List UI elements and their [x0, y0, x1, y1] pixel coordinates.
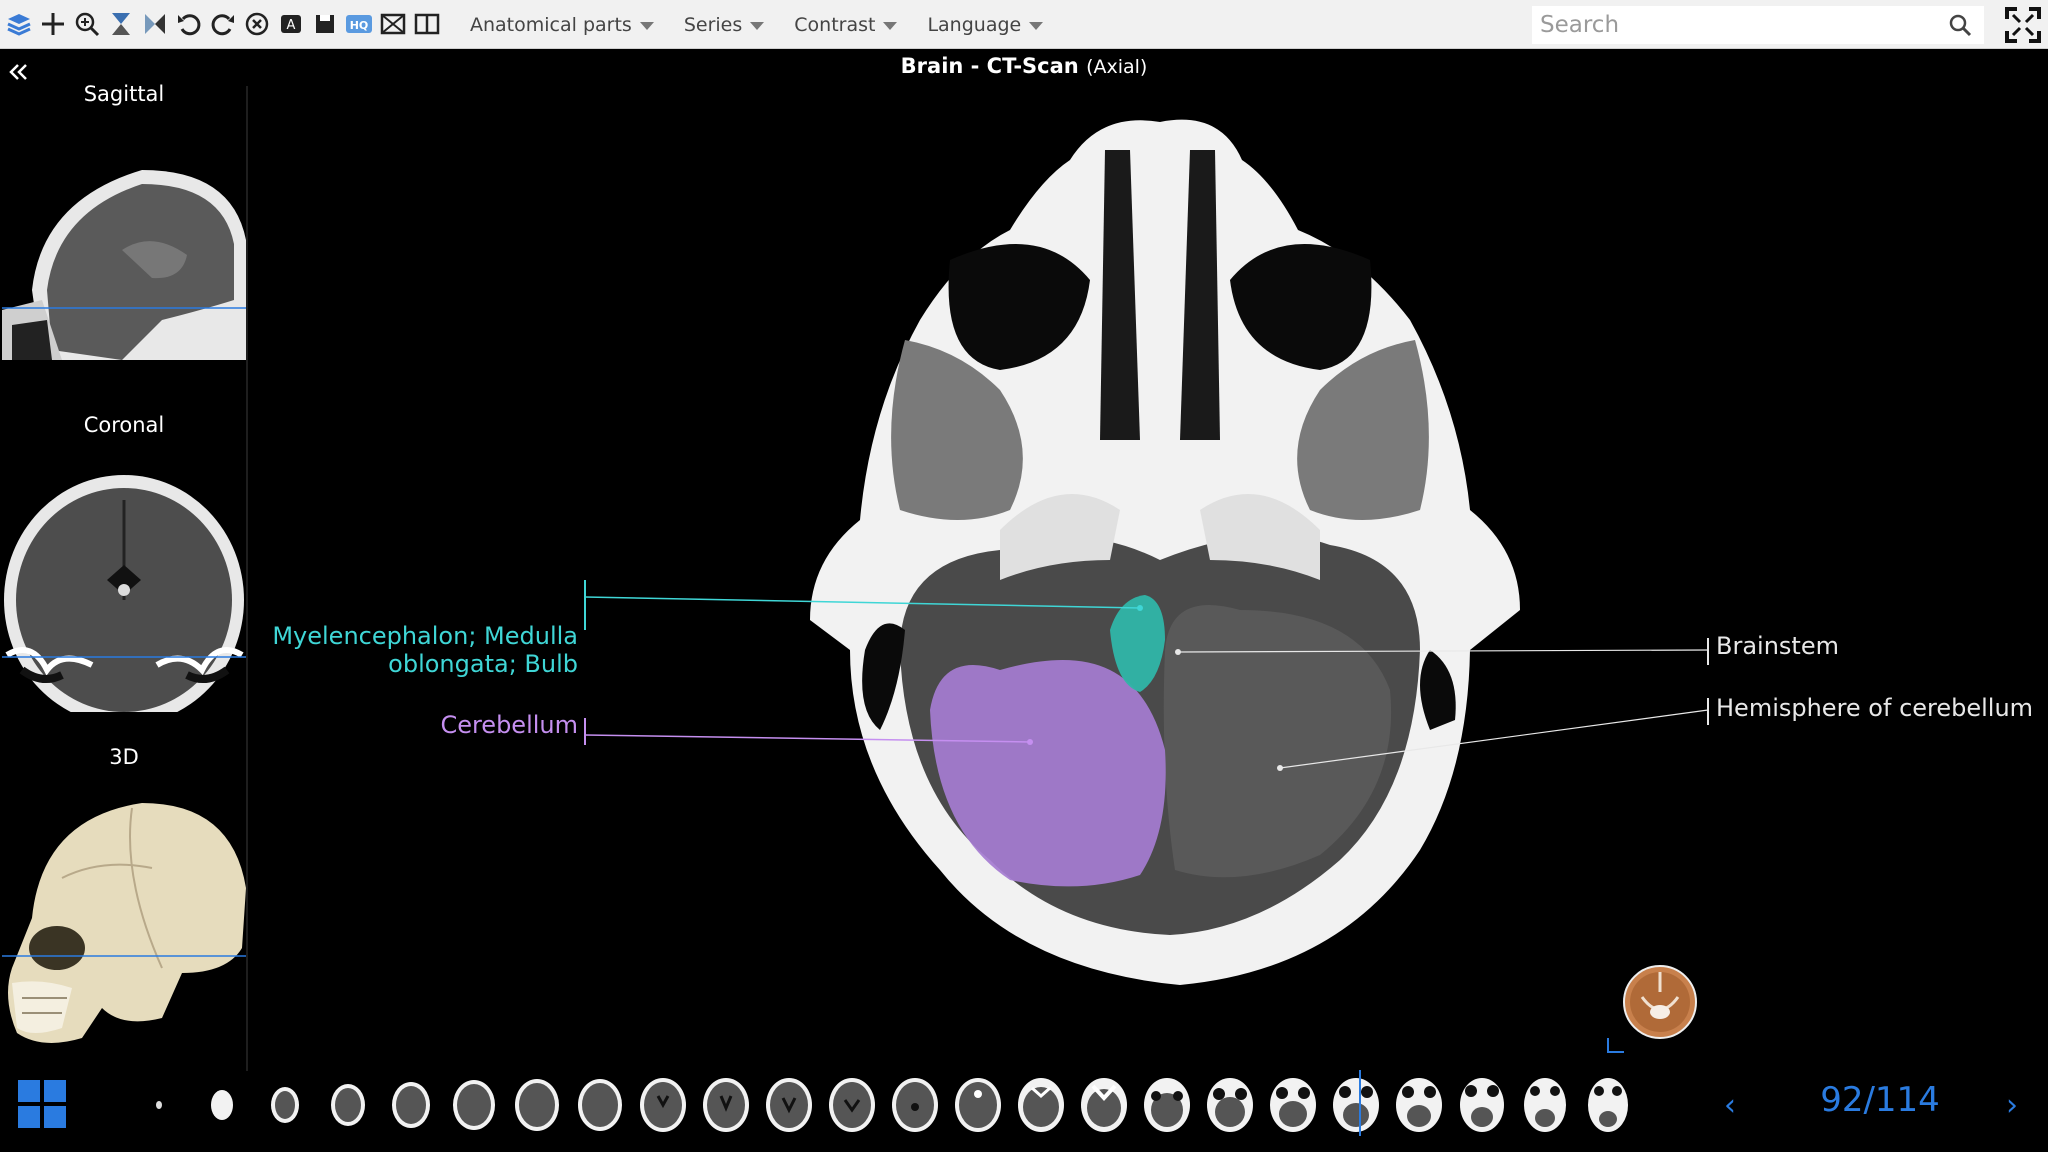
slice-thumbnail[interactable] — [1327, 1074, 1386, 1136]
menu-bar: Anatomical parts Series Contrast Languag… — [470, 0, 1044, 49]
split-view-icon[interactable] — [412, 8, 442, 40]
slice-thumbnail[interactable] — [256, 1074, 315, 1136]
slice-thumbnail[interactable] — [1390, 1074, 1449, 1136]
label-medulla-line1: Myelencephalon; Medulla — [272, 622, 578, 650]
slice-thumbnail[interactable] — [130, 1074, 189, 1136]
chevron-down-icon — [1029, 21, 1044, 30]
label-brainstem[interactable]: Brainstem — [1716, 632, 1839, 660]
slice-thumbnail[interactable] — [1453, 1074, 1512, 1136]
layers-icon[interactable] — [4, 8, 34, 40]
slice-thumbnail[interactable] — [1075, 1074, 1134, 1136]
slice-thumbnail[interactable] — [1264, 1074, 1323, 1136]
current-slice-marker — [1359, 1070, 1361, 1136]
orientation-head-icon[interactable] — [1620, 962, 1700, 1042]
slice-thumbnail[interactable] — [634, 1074, 693, 1136]
label-hemisphere-of-cerebellum[interactable]: Hemisphere of cerebellum — [1716, 694, 2033, 722]
chevron-down-icon — [883, 21, 898, 30]
screenshot-icon[interactable] — [378, 8, 408, 40]
search-icon[interactable] — [1948, 13, 1972, 37]
menu-label: Contrast — [794, 13, 876, 36]
reset-icon[interactable] — [242, 8, 272, 40]
page-title-main: Brain - CT-Scan — [900, 54, 1079, 78]
menu-language[interactable]: Language — [927, 13, 1044, 36]
slice-thumbnail[interactable] — [571, 1074, 630, 1136]
tool-icon-group: A HQ — [4, 8, 442, 40]
rotate-left-icon[interactable] — [174, 8, 204, 40]
slice-scroll-icon[interactable] — [106, 8, 136, 40]
slice-thumbnail[interactable] — [1579, 1074, 1638, 1136]
annotation-text-icon[interactable]: A — [276, 8, 306, 40]
svg-text:A: A — [287, 18, 296, 33]
play-icon[interactable] — [140, 8, 170, 40]
slice-thumbnail[interactable] — [886, 1074, 945, 1136]
crosshair-move-icon[interactable] — [38, 8, 68, 40]
slice-thumbnail[interactable] — [508, 1074, 567, 1136]
slice-thumbnail[interactable] — [1516, 1074, 1575, 1136]
menu-label: Language — [927, 13, 1022, 36]
slice-thumbnail[interactable] — [382, 1074, 441, 1136]
slice-strip — [130, 1072, 1638, 1138]
slice-counter: 92/114 — [1820, 1080, 1940, 1120]
save-icon[interactable] — [310, 8, 340, 40]
menu-label: Anatomical parts — [470, 13, 632, 36]
menu-label: Series — [683, 13, 743, 36]
label-cerebellum[interactable]: Cerebellum — [250, 711, 578, 739]
slice-thumbnail[interactable] — [1012, 1074, 1071, 1136]
slice-thumbnail[interactable] — [193, 1074, 252, 1136]
ct-axial-viewer[interactable] — [0, 90, 2048, 1070]
rotate-right-icon[interactable] — [208, 8, 238, 40]
slice-thumbnail[interactable] — [1138, 1074, 1197, 1136]
chevron-down-icon — [750, 21, 765, 30]
label-medulla-line2: oblongata; Bulb — [388, 650, 578, 678]
search-input[interactable] — [1532, 7, 1932, 43]
slice-thumbnail[interactable] — [445, 1074, 504, 1136]
fullscreen-icon[interactable] — [2004, 6, 2042, 44]
slice-thumbnail[interactable] — [1201, 1074, 1260, 1136]
hq-icon[interactable]: HQ — [344, 8, 374, 40]
slice-thumbnail[interactable] — [760, 1074, 819, 1136]
slice-thumbnail[interactable] — [319, 1074, 378, 1136]
slice-thumbnail[interactable] — [697, 1074, 756, 1136]
menu-contrast[interactable]: Contrast — [794, 13, 898, 36]
menu-anatomical-parts[interactable]: Anatomical parts — [470, 14, 654, 36]
svg-text:HQ: HQ — [350, 19, 369, 32]
label-medulla-oblongata[interactable]: Myelencephalon; Medulla oblongata; Bulb — [250, 622, 578, 678]
page-title-plane: (Axial) — [1086, 56, 1148, 78]
next-slice-button[interactable]: › — [2006, 1088, 2034, 1123]
slice-thumbnail[interactable] — [949, 1074, 1008, 1136]
slice-thumbnail[interactable] — [823, 1074, 882, 1136]
toolbar: A HQ Anatomical parts Series Contrast La… — [0, 0, 2048, 49]
chevron-down-icon — [639, 21, 654, 30]
axis-corner-icon — [1607, 1038, 1624, 1053]
search-box — [1532, 6, 1984, 44]
page-title: Brain - CT-Scan (Axial) — [0, 54, 2048, 78]
grid-view-icon[interactable] — [16, 1078, 68, 1130]
menu-series[interactable]: Series — [683, 13, 765, 36]
zoom-icon[interactable] — [72, 8, 102, 40]
previous-slice-button[interactable]: ‹ — [1724, 1088, 1752, 1123]
